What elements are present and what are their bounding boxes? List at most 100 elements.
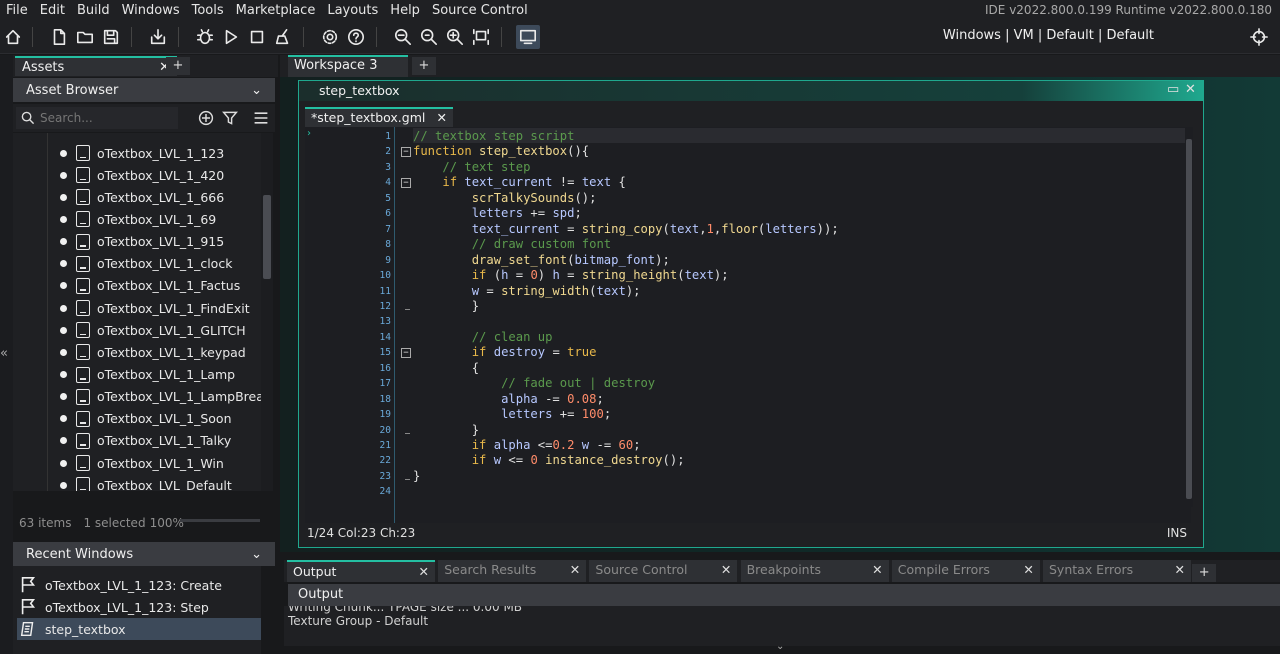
insert-mode[interactable]: INS bbox=[1167, 526, 1187, 544]
recent-item[interactable]: oTextbox_LVL_1_123: Create bbox=[17, 574, 261, 596]
code-line[interactable]: w = string_width(text); bbox=[413, 284, 641, 299]
asset-row[interactable]: oTextbox_LVL_1_GLITCH bbox=[13, 319, 261, 341]
zoom-in-button[interactable] bbox=[443, 25, 467, 49]
menu-source-control[interactable]: Source Control bbox=[426, 3, 534, 18]
code-text[interactable]: // textbox step script function step_text… bbox=[413, 127, 1183, 523]
fold-toggle-icon[interactable]: − bbox=[401, 147, 411, 158]
code-line[interactable]: { bbox=[413, 361, 479, 376]
target-selector[interactable]: Windows | VM | Default | Default bbox=[943, 28, 1154, 43]
asset-row[interactable]: oTextbox_LVL_1_Lamp bbox=[13, 364, 261, 386]
code-line[interactable]: if destroy = true bbox=[413, 345, 597, 360]
settings-button[interactable] bbox=[318, 25, 342, 49]
maximize-icon[interactable]: ▭ bbox=[1167, 82, 1179, 97]
code-line[interactable]: } bbox=[413, 423, 479, 438]
code-line[interactable]: function step_textbox(){ bbox=[413, 144, 589, 159]
close-icon[interactable]: ✕ bbox=[570, 562, 580, 580]
asset-row[interactable]: oTextbox_LVL_1_666 bbox=[13, 186, 261, 208]
code-line[interactable]: if text_current != text { bbox=[413, 175, 626, 190]
chevron-down-icon[interactable]: ⌄ bbox=[776, 641, 784, 652]
code-line[interactable]: letters += spd; bbox=[413, 206, 582, 221]
close-icon[interactable]: ✕ bbox=[419, 564, 429, 580]
menu-marketplace[interactable]: Marketplace bbox=[230, 3, 322, 18]
code-line[interactable]: letters += 100; bbox=[413, 407, 611, 422]
menu-build[interactable]: Build bbox=[71, 3, 116, 18]
code-line[interactable]: // draw custom font bbox=[413, 237, 611, 252]
package-button[interactable] bbox=[146, 25, 170, 49]
add-tab-button[interactable]: + bbox=[166, 57, 190, 75]
close-icon[interactable]: ✕ bbox=[1175, 562, 1185, 580]
tab-assets[interactable]: Assets ✕ bbox=[15, 56, 177, 76]
chevron-down-icon[interactable]: ⌄ bbox=[251, 547, 262, 562]
asset-row[interactable]: oTextbox_LVL_1_Win bbox=[13, 452, 261, 474]
stop-button[interactable] bbox=[245, 25, 269, 49]
asset-row[interactable]: oTextbox_LVL_1_915 bbox=[13, 231, 261, 253]
menu-help[interactable]: Help bbox=[384, 3, 426, 18]
tab-step-textbox-gml[interactable]: *step_textbox.gml ✕ bbox=[305, 107, 453, 127]
clean-button[interactable] bbox=[271, 25, 295, 49]
close-icon[interactable]: ✕ bbox=[872, 562, 882, 580]
search-box[interactable] bbox=[16, 107, 178, 129]
asset-row[interactable]: oTextbox_LVL_1_FindExit bbox=[13, 297, 261, 319]
chevron-down-icon[interactable]: ⌄ bbox=[251, 83, 262, 98]
scrollbar-thumb[interactable] bbox=[1186, 139, 1192, 499]
help-button[interactable] bbox=[344, 25, 368, 49]
fit-button[interactable] bbox=[469, 25, 493, 49]
code-line[interactable]: alpha -= 0.08; bbox=[413, 392, 604, 407]
recent-item[interactable]: oTextbox_LVL_1_123: Step bbox=[17, 596, 261, 618]
output-log[interactable]: Writing Chunk... TPAGE size ... 0.00 MB … bbox=[284, 606, 1280, 646]
monitor-button[interactable] bbox=[516, 25, 540, 49]
asset-row[interactable]: oTextbox_LVL_1_420 bbox=[13, 164, 261, 186]
close-icon[interactable]: ✕ bbox=[1185, 82, 1196, 97]
code-line[interactable]: // fade out | destroy bbox=[413, 376, 655, 391]
debug-button[interactable] bbox=[193, 25, 217, 49]
save-button[interactable] bbox=[99, 25, 123, 49]
asset-browser-header[interactable]: Asset Browser ⌄ bbox=[13, 78, 275, 102]
fold-toggle-icon[interactable]: − bbox=[401, 178, 411, 189]
asset-row[interactable]: oTextbox_LVL_1_123 bbox=[13, 142, 261, 164]
menu-windows[interactable]: Windows bbox=[116, 3, 186, 18]
menu-tools[interactable]: Tools bbox=[186, 3, 230, 18]
menu-icon[interactable] bbox=[253, 110, 269, 126]
code-line[interactable]: // text step bbox=[413, 160, 530, 175]
asset-scrollbar[interactable] bbox=[261, 133, 273, 491]
open-button[interactable] bbox=[73, 25, 97, 49]
tab-breakpoints[interactable]: Breakpoints ✕ bbox=[740, 560, 889, 582]
asset-row[interactable]: oTextbox_LVL_1_69 bbox=[13, 208, 261, 230]
tab-source-control[interactable]: Source Control ✕ bbox=[589, 560, 738, 582]
asset-row[interactable]: oTextbox_LVL_1_Factus bbox=[13, 275, 261, 297]
close-icon[interactable]: ✕ bbox=[721, 562, 731, 580]
add-workspace-button[interactable]: + bbox=[412, 57, 436, 75]
menu-edit[interactable]: Edit bbox=[34, 3, 71, 18]
code-line[interactable]: if (h = 0) h = string_height(text); bbox=[413, 268, 729, 283]
recent-item[interactable]: step_textbox bbox=[17, 618, 261, 640]
collapse-left-icon[interactable]: « bbox=[0, 346, 8, 361]
code-line[interactable]: if alpha <=0.2 w -= 60; bbox=[413, 438, 641, 453]
code-line[interactable]: scrTalkySounds(); bbox=[413, 191, 597, 206]
tab-workspace-3[interactable]: Workspace 3 bbox=[288, 55, 408, 77]
close-icon[interactable]: ✕ bbox=[1023, 562, 1033, 580]
add-output-tab-button[interactable]: + bbox=[1192, 564, 1217, 582]
asset-row[interactable]: oTextbox_LVL_1_Soon bbox=[13, 408, 261, 430]
asset-row[interactable]: oTextbox_LVL_1_Talky bbox=[13, 430, 261, 452]
code-line[interactable]: // textbox step script bbox=[413, 129, 574, 144]
code-line[interactable]: } bbox=[413, 469, 420, 484]
filter-icon[interactable] bbox=[222, 110, 238, 126]
search-input[interactable] bbox=[40, 111, 170, 125]
menu-file[interactable]: File bbox=[0, 3, 34, 18]
menu-layouts[interactable]: Layouts bbox=[321, 3, 384, 18]
target-settings-button[interactable] bbox=[1247, 25, 1271, 49]
close-icon[interactable]: ✕ bbox=[437, 110, 447, 126]
code-line[interactable]: text_current = string_copy(text,1,floor(… bbox=[413, 222, 839, 237]
asset-row[interactable]: oTextbox_LVL_Default bbox=[13, 474, 261, 491]
tab-output[interactable]: Output ✕ bbox=[287, 560, 435, 582]
asset-row[interactable]: oTextbox_LVL_1_LampBreak bbox=[13, 386, 261, 408]
zoom-reset-button[interactable] bbox=[417, 25, 441, 49]
home-button[interactable] bbox=[1, 25, 25, 49]
asset-row[interactable]: oTextbox_LVL_1_keypad bbox=[13, 341, 261, 363]
tab-search-results[interactable]: Search Results ✕ bbox=[438, 560, 587, 582]
scrollbar-thumb[interactable] bbox=[263, 195, 271, 279]
zoom-slider[interactable] bbox=[180, 519, 260, 522]
fold-toggle-icon[interactable]: − bbox=[401, 348, 411, 359]
tab-compile-errors[interactable]: Compile Errors ✕ bbox=[891, 560, 1040, 582]
code-editor[interactable]: › 1 2 3 4 5 6 7 8 9 10 11 12 13 14 15 16 17 18 19 20 21 22 23 2… bbox=[305, 127, 1193, 523]
